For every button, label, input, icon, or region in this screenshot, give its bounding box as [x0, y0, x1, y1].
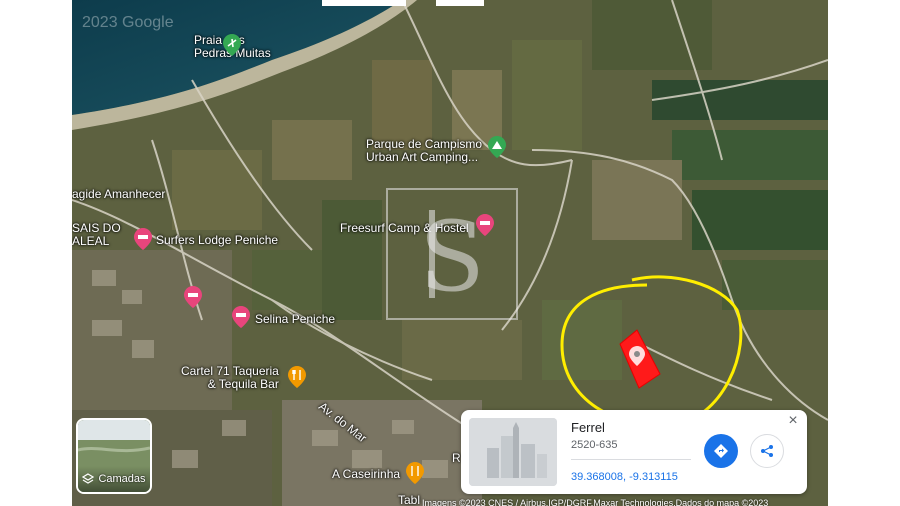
place-label-line: ALEAL [72, 234, 110, 248]
place-name: Ferrel [571, 420, 605, 435]
layers-button[interactable]: Camadas [76, 418, 152, 494]
card-divider [571, 459, 691, 460]
hotel-pin-icon[interactable] [134, 228, 152, 250]
layers-caption: Camadas [78, 466, 150, 492]
svg-text:S: S [419, 201, 485, 313]
map-attribution: Imagens ©2023 CNES / Airbus,IGP/DGRF,Max… [422, 498, 769, 506]
close-card-button[interactable]: × [785, 413, 801, 429]
hotel-pin-icon[interactable] [184, 286, 202, 308]
place-label-amanhecer[interactable]: agide Amanhecer [72, 188, 165, 201]
search-bar-fragment [322, 0, 406, 6]
layers-label: Camadas [98, 473, 146, 485]
hotel-pin-icon[interactable] [232, 306, 250, 328]
watermark-logo-icon: S [419, 201, 485, 313]
share-button[interactable] [750, 434, 784, 468]
place-label-r: R [452, 451, 461, 465]
watermark-logo: S [386, 188, 518, 320]
place-label-surfers[interactable]: Surfers Lodge Peniche [156, 234, 278, 247]
city-placeholder-icon [469, 418, 557, 486]
place-label-parque[interactable]: Parque de Campismo Urban Art Camping... [366, 138, 482, 164]
directions-icon [714, 444, 728, 458]
beach-pin-icon[interactable] [223, 34, 241, 56]
layers-icon [82, 473, 95, 484]
directions-button[interactable] [704, 434, 738, 468]
place-label-caseirinha[interactable]: A Caseirinha [332, 468, 400, 481]
place-info-card[interactable]: Ferrel 2520-635 39.368008, -9.313115 × [461, 410, 807, 494]
restaurant-pin-icon[interactable] [406, 462, 424, 484]
restaurant-pin-icon[interactable] [288, 366, 306, 388]
place-label-line: Urban Art Camping... [366, 150, 479, 164]
search-bar-fragment [436, 0, 484, 6]
google-logo: 2023 Google [82, 14, 174, 31]
location-pin-icon[interactable] [629, 346, 645, 366]
place-label-baleal[interactable]: SAIS DO ALEAL [72, 222, 121, 248]
place-postal-code: 2520-635 [571, 439, 618, 451]
place-photo[interactable] [469, 418, 557, 486]
place-label-selina[interactable]: Selina Peniche [255, 313, 335, 326]
place-label-tabl: Tabl [398, 493, 421, 506]
place-label-cartel[interactable]: Cartel 71 Taqueria & Tequila Bar [181, 365, 279, 391]
share-icon [761, 445, 773, 457]
place-label-line: & Tequila Bar [207, 377, 279, 391]
place-coordinates[interactable]: 39.368008, -9.313115 [571, 471, 678, 483]
camping-pin-icon[interactable] [488, 136, 506, 158]
